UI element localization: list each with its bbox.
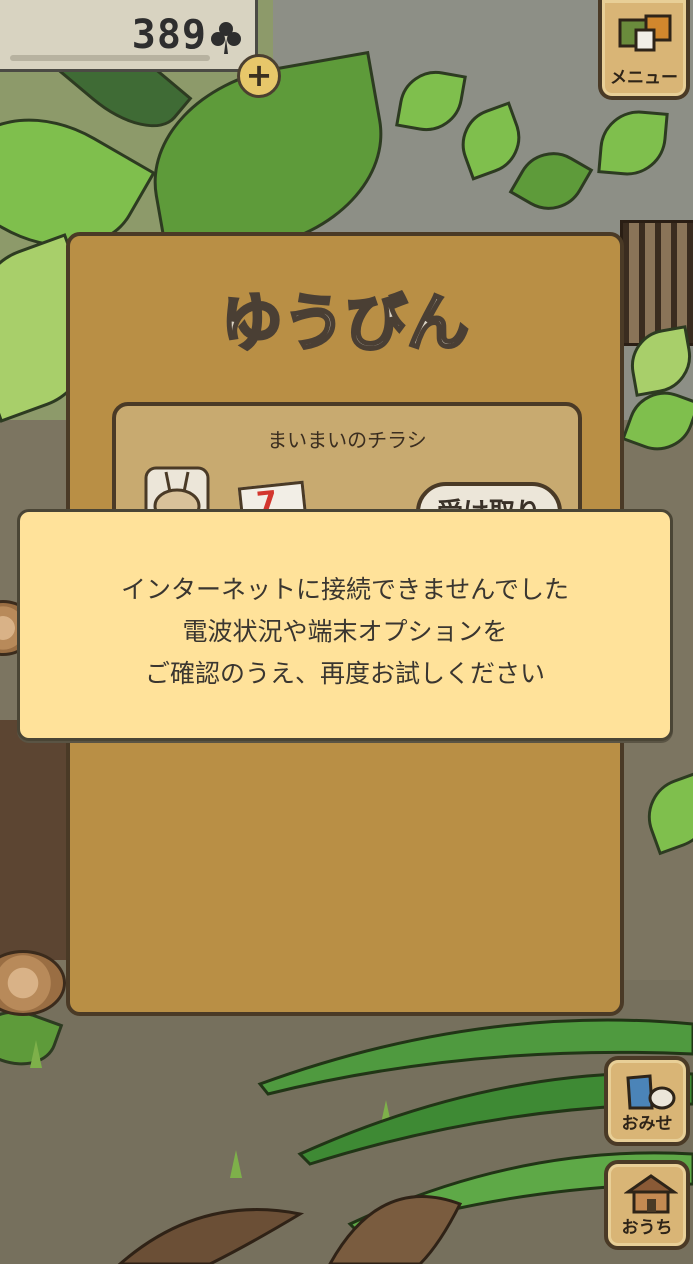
dialog-message-line: 電波状況や端末オプションを	[182, 617, 508, 646]
dialog-message-line: インターネットに接続できませんでした	[120, 575, 569, 604]
connection-error-dialog[interactable]: インターネットに接続できませんでした 電波状況や端末オプションを ご確認のうえ、…	[17, 509, 673, 741]
menu-button[interactable]: メニュー	[598, 0, 690, 100]
home-label: おうち	[621, 1218, 673, 1238]
menu-icon	[618, 14, 672, 52]
dialog-message-line: ご確認のうえ、再度お試しください	[144, 659, 545, 688]
house-icon	[624, 1174, 678, 1214]
clover-icon	[211, 22, 241, 54]
menu-label: メニュー	[610, 68, 678, 88]
counter-bar	[10, 55, 210, 61]
shop-icon	[626, 1074, 676, 1110]
clover-count: 389	[131, 12, 207, 58]
mail-card-title: まいまいのチラシ	[267, 428, 427, 452]
home-button[interactable]: おうち	[604, 1160, 690, 1250]
mail-panel-title: ゆうびん	[219, 285, 470, 361]
shop-button[interactable]: おみせ	[604, 1056, 690, 1146]
add-clover-button[interactable]: +	[237, 54, 281, 98]
clover-counter: 389	[0, 0, 258, 72]
shop-label: おみせ	[621, 1114, 673, 1134]
